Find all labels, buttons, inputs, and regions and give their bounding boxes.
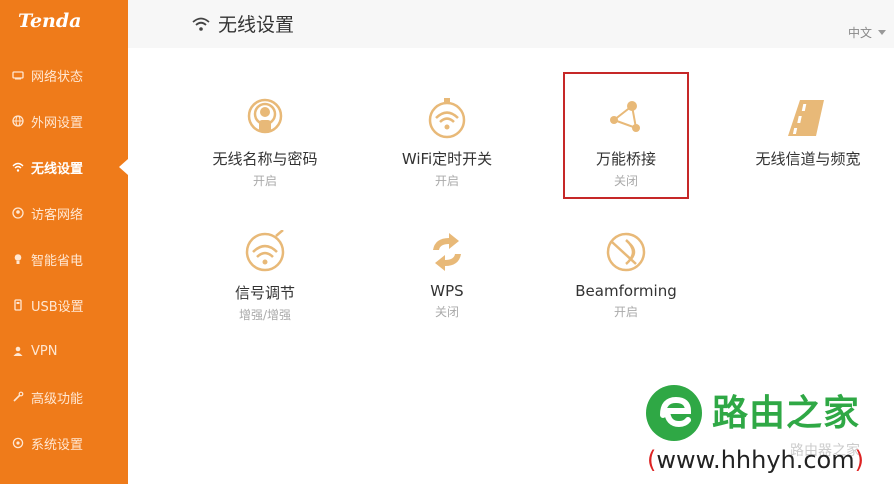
wifi-timer-icon (428, 98, 466, 139)
watermark-logo-icon (646, 385, 702, 441)
wireless-password-icon (247, 98, 283, 134)
sidebar-item-label: 外网设置 (31, 115, 84, 131)
sidebar-item-advanced[interactable]: 高级功能 (0, 374, 128, 420)
guest-icon (11, 206, 25, 220)
tile-label: Beamforming (575, 282, 677, 300)
language-label: 中文 (847, 26, 872, 40)
tile-wifi-schedule[interactable]: WiFi定时开关 开启 (382, 96, 512, 189)
sidebar-item-system-settings[interactable]: 系统设置 (0, 420, 128, 466)
sidebar-item-label: 网络状态 (31, 69, 84, 85)
sidebar-item-wan-settings[interactable]: 外网设置 (0, 98, 128, 144)
tile-label: WPS (430, 282, 464, 300)
sidebar-item-label: 高级功能 (31, 391, 84, 407)
tile-signal-adjust[interactable]: 信号调节 增强/增强 (200, 230, 330, 323)
usb-icon (11, 298, 25, 312)
sidebar-item-label: 智能省电 (31, 253, 84, 269)
sidebar-item-smart-power[interactable]: 智能省电 (0, 236, 128, 282)
sidebar: Tenda 网络状态 外网设置 无线设置 访客网络 智能省电 USB设置 VPN… (0, 0, 128, 484)
beamforming-icon (606, 232, 646, 272)
sidebar-item-label: 无线设置 (31, 161, 84, 177)
sidebar-item-label: VPN (31, 343, 58, 359)
page-header: 无线设置 中文 (128, 0, 894, 48)
sidebar-nav: 网络状态 外网设置 无线设置 访客网络 智能省电 USB设置 VPN 高级功能 … (0, 52, 128, 466)
brand-logo: Tenda (18, 10, 82, 32)
page-title: 无线设置 (192, 10, 294, 37)
tools-icon (11, 390, 25, 404)
watermark-paren-open: ( (647, 446, 657, 474)
tile-beamforming[interactable]: Beamforming 开启 (561, 230, 691, 320)
sidebar-item-usb-settings[interactable]: USB设置 (0, 282, 128, 328)
tile-status: 关闭 (434, 305, 459, 319)
signal-adjust-icon (245, 230, 285, 272)
tile-wireless-name-password[interactable]: 无线名称与密码 开启 (200, 96, 330, 189)
highlight-box (563, 72, 689, 199)
chevron-down-icon (878, 30, 886, 35)
tile-status: 开启 (434, 174, 459, 188)
sidebar-item-guest-network[interactable]: 访客网络 (0, 190, 128, 236)
vpn-icon (11, 344, 25, 358)
watermark-paren-close: ) (854, 446, 864, 474)
tile-label: 信号调节 (234, 284, 295, 302)
sidebar-item-wireless-settings[interactable]: 无线设置 (0, 144, 128, 190)
tile-status: 开启 (252, 174, 277, 188)
bulb-icon (11, 252, 25, 266)
gear-icon (11, 436, 25, 450)
sidebar-item-label: 访客网络 (31, 207, 84, 223)
refresh-arrows-icon (433, 233, 461, 271)
sidebar-item-network-status[interactable]: 网络状态 (0, 52, 128, 98)
tile-channel-bandwidth[interactable]: 无线信道与频宽 (743, 96, 873, 172)
tile-label: 无线名称与密码 (212, 150, 318, 168)
wifi-icon (192, 17, 210, 31)
tile-label: WiFi定时开关 (401, 150, 493, 168)
road-icon (788, 100, 824, 136)
network-status-icon (11, 68, 25, 82)
watermark-url: (www.hhhyh.com) (647, 446, 864, 474)
sidebar-item-label: 系统设置 (31, 437, 84, 453)
language-select[interactable]: 中文 (848, 24, 886, 41)
page-title-text: 无线设置 (218, 14, 295, 36)
sidebar-item-label: USB设置 (31, 299, 84, 315)
globe-icon (11, 114, 25, 128)
tile-status: 增强/增强 (238, 308, 292, 322)
watermark-url-text: www.hhhyh.com (656, 446, 855, 474)
tile-wps[interactable]: WPS 关闭 (382, 230, 512, 320)
watermark-title: 路由之家 (712, 393, 861, 434)
wifi-icon (11, 160, 25, 174)
tile-label: 无线信道与频宽 (755, 150, 861, 168)
sidebar-item-vpn[interactable]: VPN (0, 328, 128, 374)
tile-status: 开启 (613, 305, 638, 319)
